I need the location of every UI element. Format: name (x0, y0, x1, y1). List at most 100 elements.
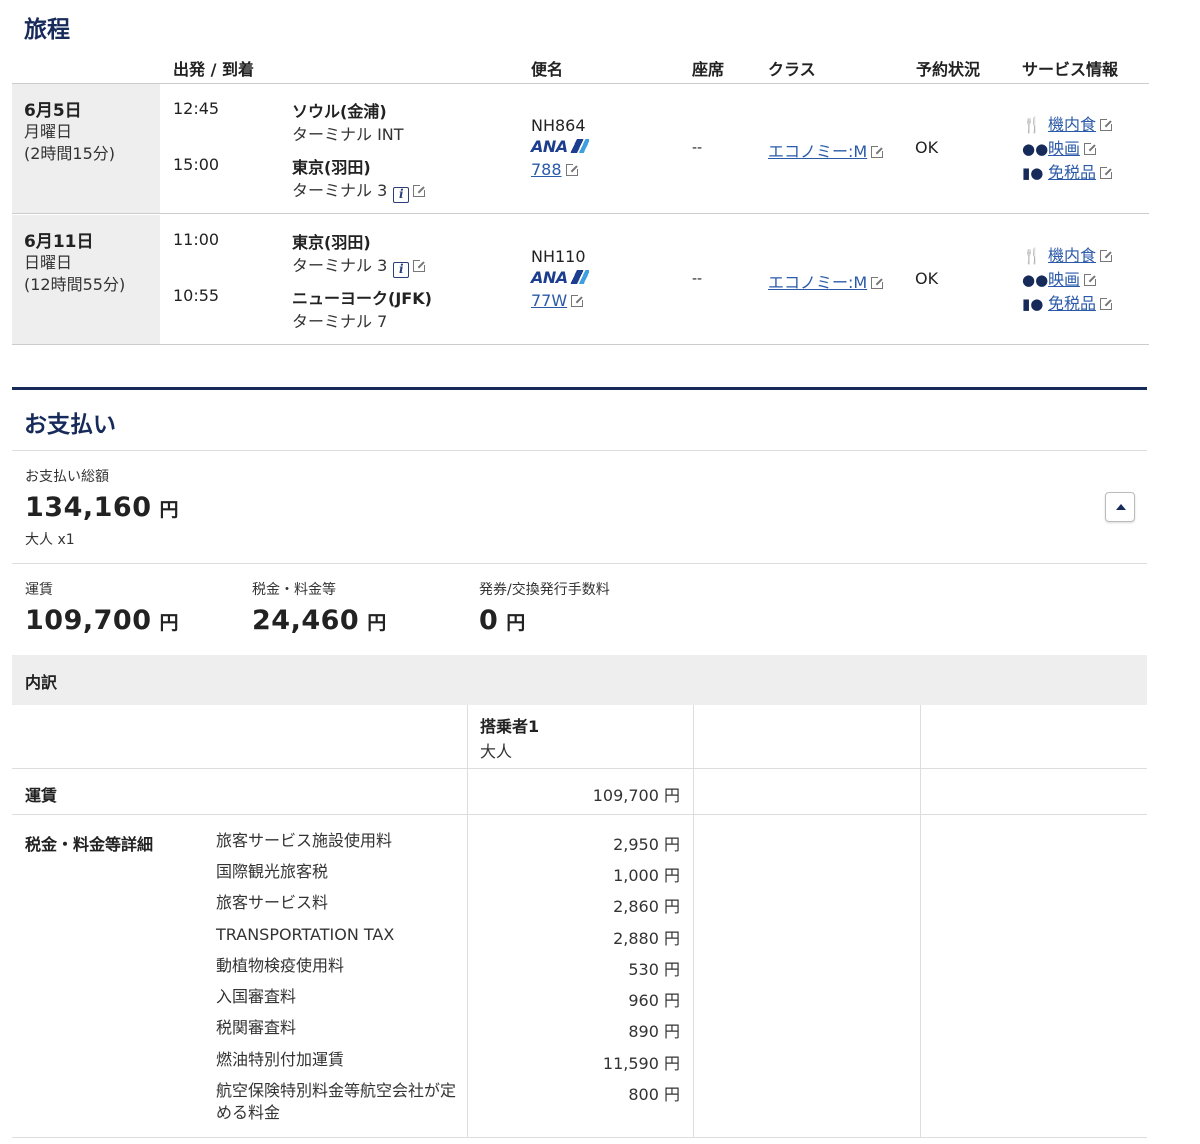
airline-stripe-icon (568, 139, 589, 153)
fare-row-value: 109,700 円 (592, 786, 680, 805)
payment-title: お支払い (24, 412, 116, 438)
service-meal[interactable]: 🍴 機内食 (1022, 244, 1114, 268)
external-link-icon (565, 163, 579, 176)
aircraft-link-wrap[interactable]: 788 (531, 160, 579, 179)
film-camera-icon: ●● (1022, 140, 1049, 158)
service-meal-link[interactable]: 機内食 (1048, 244, 1096, 268)
booking-status: OK (915, 138, 939, 157)
tax-item-name: 旅客サービス料 (216, 893, 329, 912)
aircraft-link-wrap[interactable]: 77W (531, 291, 585, 310)
breakdown-header: 内訳 (12, 655, 1147, 705)
segment-date: 6月5日 (24, 101, 82, 121)
class-link-wrap[interactable]: エコノミー:M (768, 269, 885, 293)
divider (12, 563, 1147, 564)
collapse-toggle-button[interactable] (1105, 492, 1135, 522)
tax-item-name: 入国審査料 (216, 987, 297, 1006)
service-dutyfree[interactable]: ▮● 免税品 (1022, 161, 1114, 185)
segment-date: 6月11日 (24, 232, 94, 252)
aircraft-link[interactable]: 788 (531, 160, 562, 179)
segment-weekday: 日曜日 (24, 253, 73, 272)
booking-status: OK (915, 269, 939, 288)
class-link[interactable]: エコノミー:M (768, 142, 867, 161)
dep-time: 11:00 (173, 230, 220, 249)
divider (12, 814, 1147, 815)
tax-row-label: 税金・料金等詳細 (25, 835, 154, 854)
film-camera-icon: ●● (1022, 271, 1049, 289)
tax-item-value: 890 円 (628, 1022, 680, 1041)
service-dutyfree[interactable]: ▮● 免税品 (1022, 292, 1114, 316)
dep-airport: 東京(羽田) (292, 233, 371, 252)
bottom-divider (12, 1137, 1147, 1138)
pax-summary: 大人 x1 (25, 532, 75, 548)
fork-knife-icon: 🍴 (1022, 116, 1042, 134)
fee-label: 発券/交換発行手数料 (479, 582, 610, 598)
arr-airport: 東京(羽田) (292, 158, 371, 177)
flight-number: NH110 (531, 247, 586, 266)
segment-1: 6月5日 月曜日 (2時間15分) 12:45 ソウル(金浦) ターミナル IN… (12, 84, 1149, 214)
tax-label: 税金・料金等 (252, 582, 336, 598)
fare-label: 運賃 (25, 582, 53, 598)
yen-unit: 円 (367, 612, 387, 634)
tax-item-value: 11,590 円 (602, 1054, 680, 1073)
airline-logo: ANA (531, 268, 589, 287)
external-link-icon (571, 294, 585, 307)
arr-terminal: ターミナル 3 (292, 181, 388, 200)
dep-terminal-wrap: ターミナル 3 i (292, 252, 427, 278)
divider (12, 768, 1147, 769)
dep-terminal: ターミナル 3 (292, 256, 388, 275)
seat: -- (692, 271, 703, 287)
bottle-icon: ▮● (1022, 164, 1044, 182)
external-link-icon (1100, 166, 1114, 179)
service-movie-link[interactable]: 映画 (1048, 137, 1080, 161)
arr-airport: ニューヨーク(JFK) (292, 289, 432, 308)
dep-terminal: ターミナル INT (292, 125, 404, 144)
service-meal[interactable]: 🍴 機内食 (1022, 113, 1114, 137)
service-list: 🍴 機内食 ●● 映画 ▮● 免税品 (1022, 113, 1114, 185)
external-link-icon (1084, 273, 1098, 286)
fork-knife-icon: 🍴 (1022, 247, 1042, 265)
service-meal-link[interactable]: 機内食 (1048, 113, 1096, 137)
service-dutyfree-link[interactable]: 免税品 (1048, 292, 1096, 316)
service-movie-link[interactable]: 映画 (1048, 268, 1080, 292)
info-icon[interactable]: i (393, 262, 410, 278)
header-seat: 座席 (692, 60, 725, 79)
header-status: 予約状況 (916, 60, 981, 79)
service-movie[interactable]: ●● 映画 (1022, 137, 1112, 161)
fare-amount: 109,700 (25, 605, 152, 636)
total-amount-wrap: 134,160 円 (25, 492, 179, 523)
class-link-wrap[interactable]: エコノミー:M (768, 138, 885, 162)
tax-item-name: 動植物検疫使用料 (216, 956, 345, 975)
col-divider (467, 705, 468, 1138)
airline-logo: ANA (531, 137, 589, 156)
tax-item-name: 航空保険特別料金等航空会社が定める料金 (216, 1081, 457, 1122)
breakdown-title: 内訳 (25, 673, 58, 692)
yen-unit: 円 (159, 499, 179, 521)
seat: -- (692, 140, 703, 156)
passenger-type: 大人 (480, 742, 513, 761)
tax-amount: 24,460 (252, 605, 360, 636)
dep-airport: ソウル(金浦) (292, 102, 387, 121)
itinerary-title: 旅程 (24, 17, 70, 43)
arr-time: 15:00 (173, 155, 220, 174)
external-link-icon (1100, 249, 1114, 262)
passenger-label: 搭乗者1 (480, 717, 540, 736)
info-icon[interactable]: i (393, 187, 410, 203)
tax-item-value: 2,950 円 (613, 835, 680, 854)
service-dutyfree-link[interactable]: 免税品 (1048, 161, 1096, 185)
aircraft-link[interactable]: 77W (531, 291, 567, 310)
class-link[interactable]: エコノミー:M (768, 273, 867, 292)
payment-section-bar (12, 387, 1147, 390)
dep-time: 12:45 (173, 99, 220, 118)
external-link-icon (1100, 118, 1114, 131)
tax-amount-wrap: 24,460 円 (252, 605, 387, 636)
segment-date-cell: 6月11日 日曜日 (12時間55分) (12, 215, 160, 344)
flight-number: NH864 (531, 116, 586, 135)
tax-item-value: 800 円 (628, 1085, 680, 1104)
service-movie[interactable]: ●● 映画 (1022, 268, 1112, 292)
fare-amount-wrap: 109,700 円 (25, 605, 179, 636)
yen-unit: 円 (159, 612, 179, 634)
fee-amount: 0 (479, 605, 499, 636)
arr-terminal-wrap: ターミナル 3 i (292, 177, 427, 203)
segment-date-cell: 6月5日 月曜日 (2時間15分) (12, 84, 160, 213)
segment-duration: (12時間55分) (24, 275, 126, 294)
